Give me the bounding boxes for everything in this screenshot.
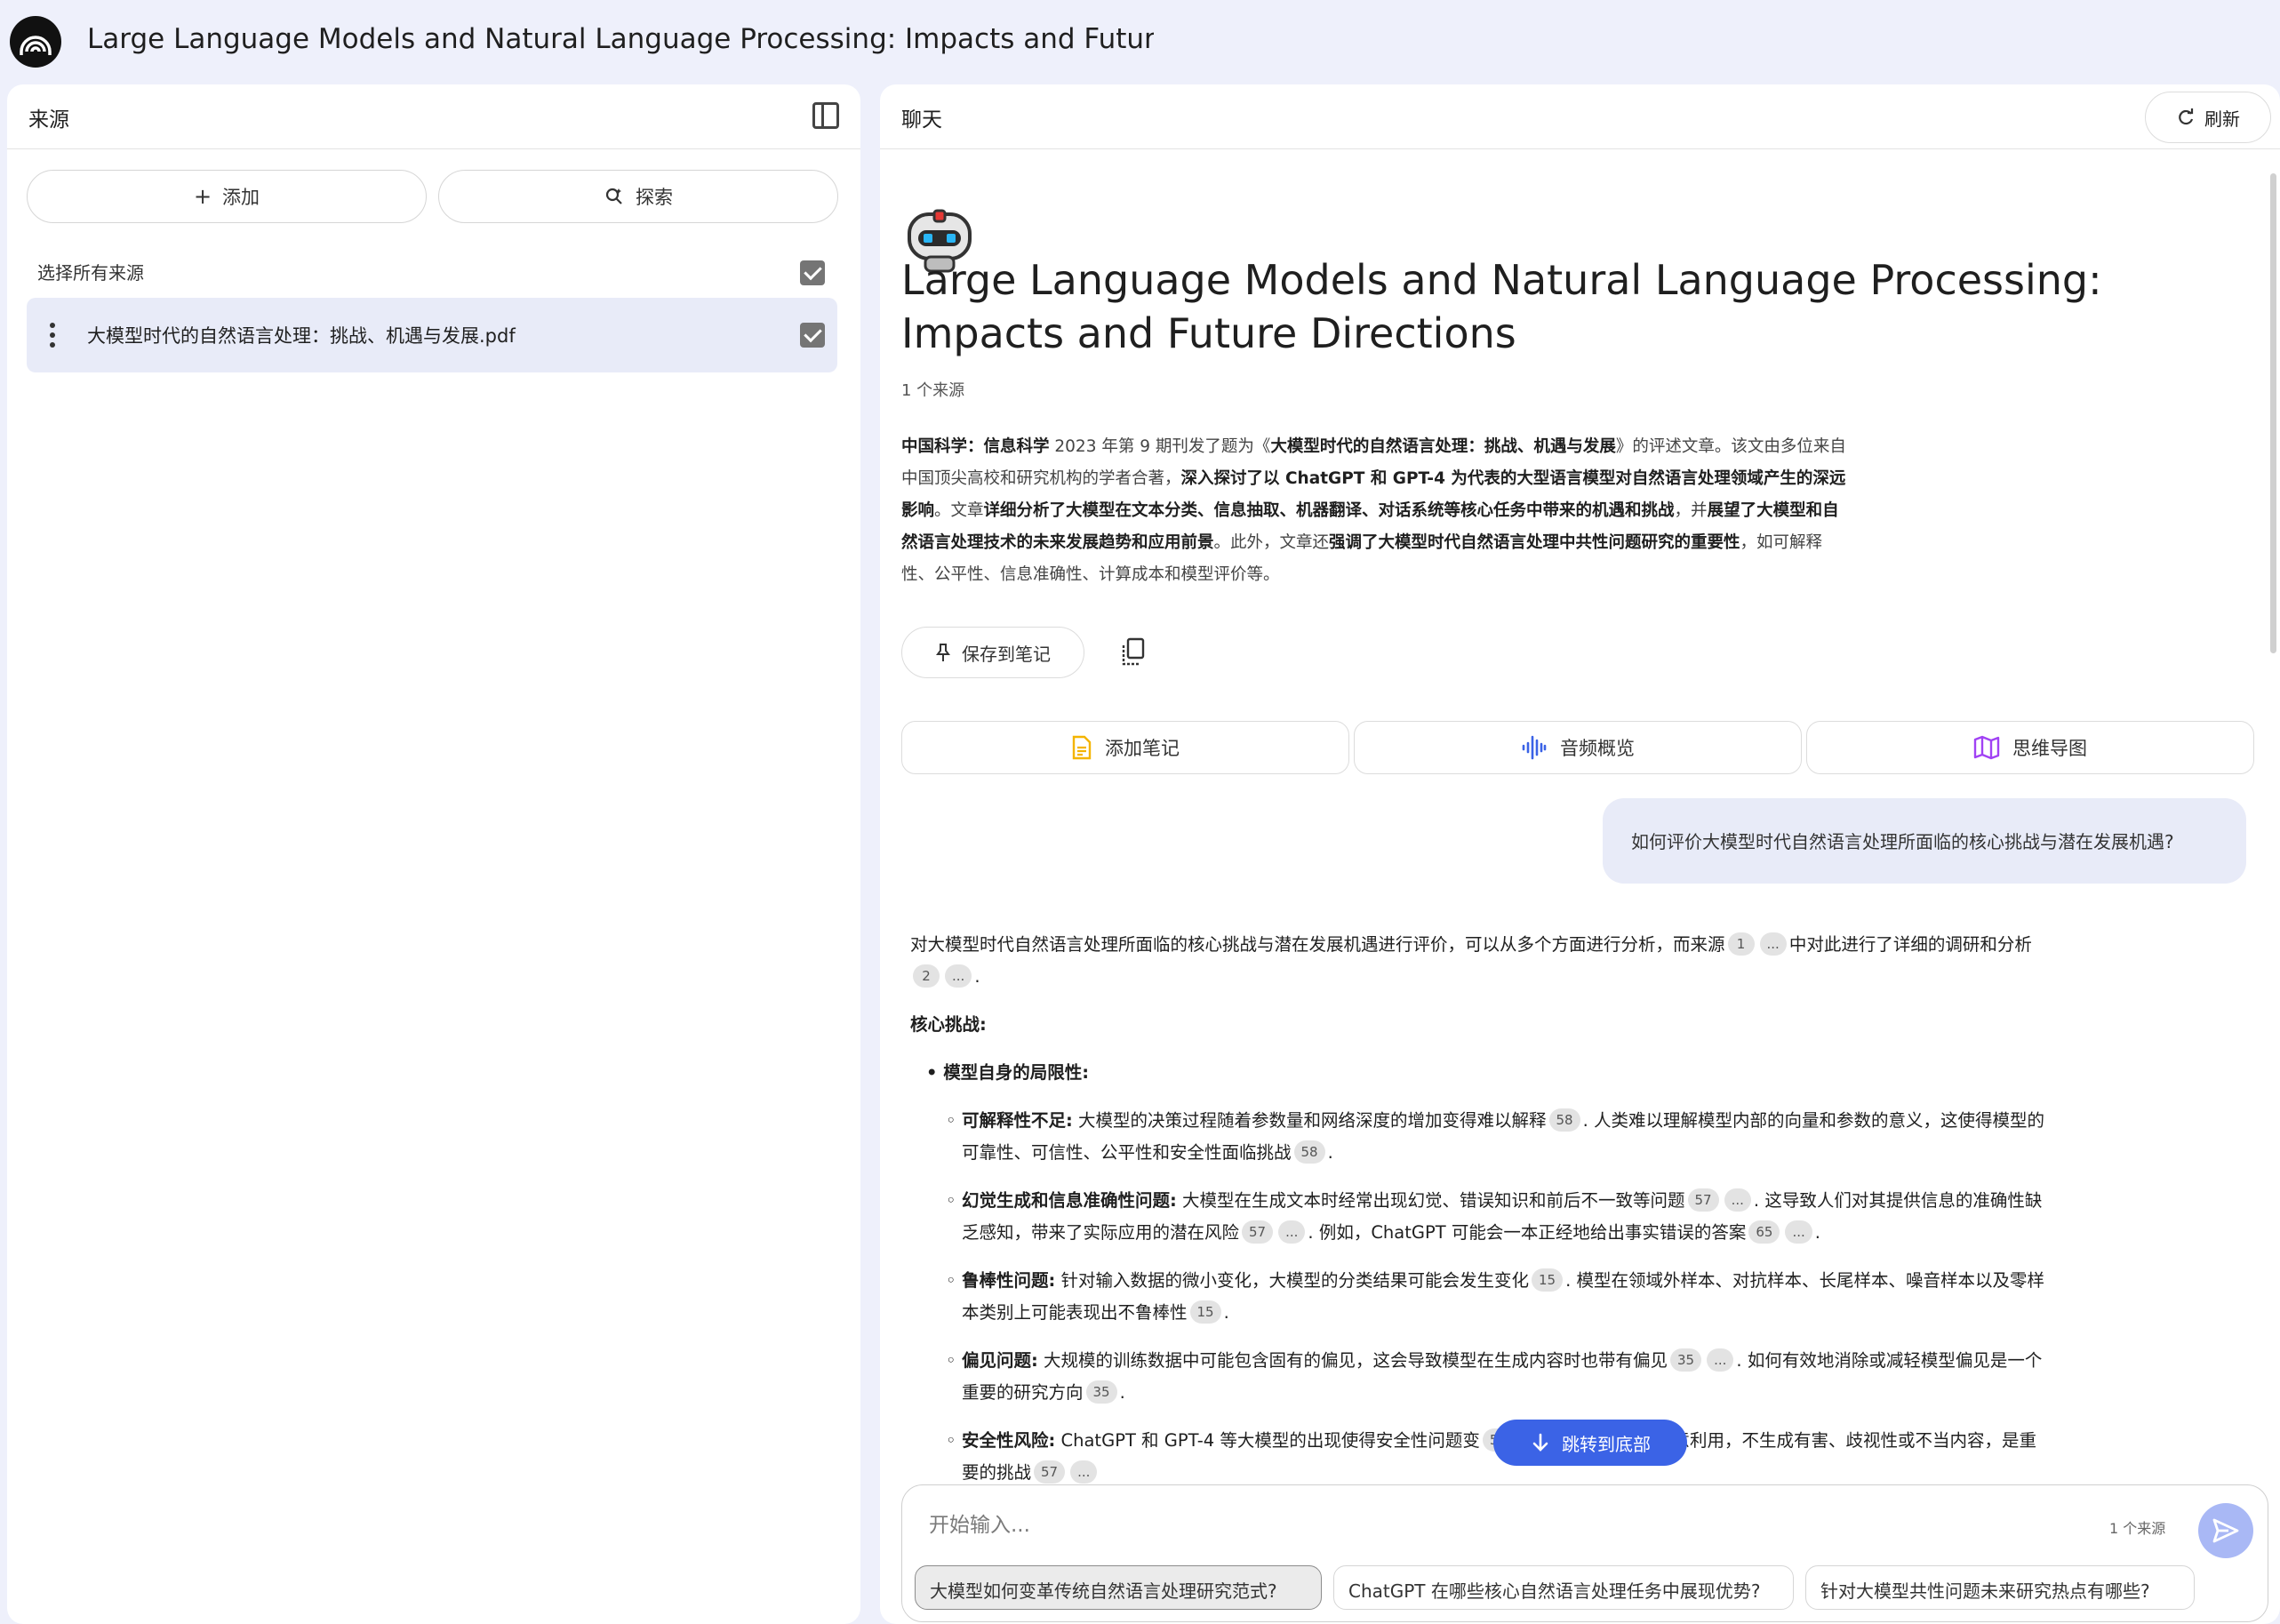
more-options-icon[interactable] [50, 323, 55, 348]
collapse-panel-icon[interactable] [812, 102, 839, 129]
document-summary: 中国科学：信息科学 2023 年第 9 期刊发了题为《大模型时代的自然语言处理：… [901, 437, 1846, 584]
citation-chip[interactable]: 57 [1687, 1188, 1719, 1212]
citation-chip[interactable]: 1 [1727, 932, 1755, 956]
notebook-title[interactable]: Large Language Models and Natural Langua… [87, 23, 1154, 55]
refresh-button[interactable]: 刷新 [2145, 92, 2271, 143]
citation-chip[interactable]: 57 [1242, 1220, 1274, 1244]
add-note-label: 添加笔记 [1105, 738, 1180, 759]
citation-chip[interactable]: 35 [1085, 1380, 1117, 1404]
explore-label: 探索 [636, 187, 673, 208]
answer-subitem: 幻觉生成和信息准确性问题: 大模型在生成文本时经常出现幻觉、错误知识和前后不一致… [910, 1185, 2048, 1249]
source-item-name: 大模型时代的自然语言处理：挑战、机遇与发展.pdf [87, 325, 516, 347]
source-item[interactable]: 大模型时代的自然语言处理：挑战、机遇与发展.pdf [27, 298, 837, 372]
assistant-answer: 对大模型时代自然语言处理所面临的核心挑战与潜在发展机遇进行评价，可以从多个方面进… [910, 929, 2048, 1569]
top-bar: Large Language Models and Natural Langua… [0, 0, 2280, 82]
input-source-count: 1 个来源 [2109, 1520, 2166, 1537]
citation-chip[interactable]: ... [1785, 1220, 1812, 1244]
plus-icon: + [193, 184, 212, 209]
answer-subitem: 偏见问题: 大规模的训练数据中可能包含固有的偏见，这会导致模型在生成内容时也带有… [910, 1345, 2048, 1409]
citation-chip[interactable]: ... [1724, 1188, 1751, 1212]
notebook-logo-icon[interactable] [10, 16, 61, 68]
mind-map-label: 思维导图 [2012, 738, 2087, 759]
answer-heading: 核心挑战: [910, 1014, 987, 1035]
citation-chip[interactable]: 58 [1548, 1108, 1580, 1132]
copy-icon[interactable] [1120, 637, 1147, 668]
jump-to-bottom-label: 跳转到底部 [1562, 1433, 1651, 1455]
citation-chip[interactable]: 58 [1293, 1140, 1325, 1164]
citation-chip[interactable]: 57 [1034, 1460, 1066, 1484]
citation-chip[interactable]: ... [1759, 932, 1787, 956]
audio-wave-icon [1522, 735, 1547, 760]
mind-map-button[interactable]: 思维导图 [1806, 721, 2254, 774]
audio-overview-button[interactable]: 音频概览 [1354, 721, 1802, 774]
chat-scrollbar[interactable] [2270, 173, 2276, 653]
sources-header: 来源 [7, 84, 860, 149]
answer-bullet: • 模型自身的局限性: [926, 1062, 1090, 1083]
chat-header: 聊天 刷新 [880, 84, 2280, 149]
refresh-label: 刷新 [2204, 108, 2240, 130]
arrow-down-icon [1532, 1433, 1548, 1452]
sources-title: 来源 [28, 108, 69, 132]
citation-chip[interactable]: 15 [1532, 1268, 1564, 1292]
source-count: 1 个来源 [901, 381, 965, 400]
send-button[interactable] [2198, 1503, 2253, 1558]
answer-subitem: 鲁棒性问题: 针对输入数据的微小变化，大模型的分类结果可能会发生变化15. 模型… [910, 1265, 2048, 1329]
explore-search-icon [605, 188, 622, 204]
document-title: Large Language Models and Natural Langua… [901, 256, 2102, 357]
audio-overview-label: 音频概览 [1560, 738, 1635, 759]
save-to-note-button[interactable]: 保存到笔记 [901, 627, 1084, 678]
suggestion-chip[interactable]: 大模型如何变革传统自然语言处理研究范式? [915, 1565, 1322, 1610]
chat-panel: 聊天 刷新 Large Language Models and Natural … [880, 84, 2280, 1624]
chat-title: 聊天 [901, 108, 942, 132]
chat-input-box: 1 个来源 大模型如何变革传统自然语言处理研究范式? ChatGPT 在哪些核心… [901, 1484, 2268, 1622]
citation-chip[interactable]: ... [1707, 1348, 1734, 1372]
map-icon [1973, 735, 2000, 760]
suggestion-chip[interactable]: 针对大模型共性问题未来研究热点有哪些? [1805, 1565, 2195, 1610]
send-icon [2212, 1518, 2239, 1543]
citation-chip[interactable]: ... [1278, 1220, 1306, 1244]
suggestion-chip[interactable]: ChatGPT 在哪些核心自然语言处理任务中展现优势? [1333, 1565, 1794, 1610]
refresh-icon [2179, 108, 2194, 125]
citation-chip[interactable]: 65 [1748, 1220, 1780, 1244]
pin-icon [936, 644, 950, 661]
answer-intro: 对大模型时代自然语言处理所面临的核心挑战与潜在发展机遇进行评价，可以从多个方面进… [910, 932, 2032, 988]
add-source-label: 添加 [222, 187, 260, 208]
user-message: 如何评价大模型时代自然语言处理所面临的核心挑战与潜在发展机遇? [1603, 798, 2246, 884]
save-to-note-label: 保存到笔记 [962, 643, 1051, 665]
citation-chip[interactable]: 2 [913, 964, 940, 988]
select-all-label: 选择所有来源 [37, 262, 144, 284]
note-icon [1072, 735, 1092, 760]
citation-chip[interactable]: 35 [1670, 1348, 1702, 1372]
add-note-button[interactable]: 添加笔记 [901, 721, 1349, 774]
jump-to-bottom-button[interactable]: 跳转到底部 [1493, 1420, 1687, 1466]
explore-sources-button[interactable]: 探索 [438, 170, 838, 223]
answer-subitem: 可解释性不足: 大模型的决策过程随着参数量和网络深度的增加变得难以解释58. 人… [910, 1105, 2048, 1169]
answer-subitem: 安全性风险: ChatGPT 和 GPT-4 等大模型的出现使得安全性问题变57… [910, 1425, 2048, 1489]
chat-input[interactable] [929, 1505, 1951, 1546]
sources-panel: 来源 + 添加 探索 选择所有来源 大模型时代的自然语言处理：挑战、机遇与发展.… [7, 84, 860, 1624]
select-all-checkbox[interactable] [800, 260, 825, 285]
citation-chip[interactable]: ... [945, 964, 972, 988]
source-item-checkbox[interactable] [800, 323, 825, 348]
add-source-button[interactable]: + 添加 [27, 170, 427, 223]
citation-chip[interactable]: 15 [1189, 1300, 1221, 1324]
citation-chip[interactable]: ... [1070, 1460, 1098, 1484]
